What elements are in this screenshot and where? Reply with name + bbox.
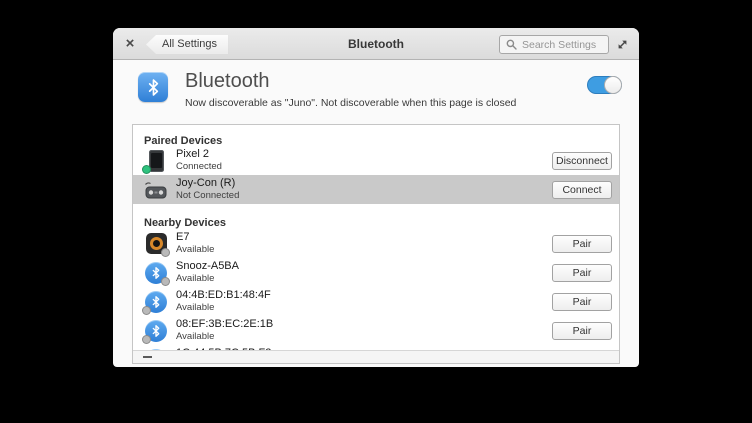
search-icon [506, 39, 517, 50]
bluetooth-circle-icon [144, 290, 168, 314]
device-name: 04:4B:ED:B1:48:4F [176, 289, 271, 302]
disconnect-button[interactable]: Disconnect [552, 152, 612, 170]
available-gray-dot-icon [161, 277, 170, 286]
pair-button[interactable]: Pair [552, 235, 612, 253]
connect-button[interactable]: Connect [552, 181, 612, 199]
device-row-joy-con-r[interactable]: Joy-Con (R) Not Connected Connect [133, 175, 619, 204]
maximize-button[interactable] [615, 37, 629, 51]
device-row-08-ef-3b-ec-2e-1b[interactable]: 08:EF:3B:EC:2E:1B Available Pair [133, 316, 619, 345]
device-status: Available [176, 273, 239, 284]
panel-title: Bluetooth [185, 70, 270, 93]
device-status: Available [176, 302, 271, 313]
settings-window: × All Settings Bluetooth Blue [113, 28, 639, 367]
section-nearby-devices: Nearby Devices [133, 204, 619, 229]
section-paired-devices: Paired Devices [133, 125, 619, 146]
device-row-e7[interactable]: E7 Available Pair [133, 229, 619, 258]
device-status: Connected [176, 161, 222, 172]
device-name: E7 [176, 231, 214, 244]
device-name: Pixel 2 [176, 148, 222, 161]
bluetooth-panel-header: Bluetooth Now discoverable as "Juno". No… [113, 60, 639, 124]
speaker-icon [144, 232, 168, 256]
device-list-rows: Paired Devices Pixel 2 Connected Disconn… [133, 125, 619, 350]
pair-button[interactable]: Pair [552, 264, 612, 282]
resize-diagonal-icon [616, 38, 629, 51]
phone-icon [144, 149, 168, 173]
bluetooth-toggle-switch[interactable] [587, 76, 622, 94]
bluetooth-circle-icon [144, 348, 168, 351]
pair-button[interactable]: Pair [552, 293, 612, 311]
available-gray-dot-icon [142, 306, 151, 315]
headerbar: × All Settings Bluetooth [113, 28, 639, 60]
connected-green-dot-icon [142, 165, 151, 174]
search-field[interactable] [499, 35, 609, 54]
device-list: Paired Devices Pixel 2 Connected Disconn… [132, 124, 620, 364]
bluetooth-circle-icon [144, 261, 168, 285]
device-name: Snooz-A5BA [176, 260, 239, 273]
device-row-snooz-a5ba[interactable]: Snooz-A5BA Available Pair [133, 258, 619, 287]
device-row-partially-visible[interactable]: 1C:44:5B:7C:5B:F2 Available Pair [133, 345, 619, 350]
device-name: Joy-Con (R) [176, 177, 239, 190]
pair-button[interactable]: Pair [552, 322, 612, 340]
device-status: Not Connected [176, 190, 239, 201]
device-row-pixel-2[interactable]: Pixel 2 Connected Disconnect [133, 146, 619, 175]
available-gray-dot-icon [161, 248, 170, 257]
section-label: Nearby Devices [144, 217, 226, 229]
device-name: 1C:44:5B:7C:5B:F2 [176, 347, 271, 350]
minus-icon [143, 356, 152, 358]
remove-device-button[interactable] [140, 352, 154, 363]
bluetooth-circle-icon [144, 319, 168, 343]
search-input[interactable] [522, 39, 602, 51]
device-status: Available [176, 244, 214, 255]
available-gray-dot-icon [142, 335, 151, 344]
bluetooth-app-icon [138, 72, 168, 102]
device-row-04-4b-ed-b1-48-4f[interactable]: 04:4B:ED:B1:48:4F Available Pair [133, 287, 619, 316]
device-name: 08:EF:3B:EC:2E:1B [176, 318, 273, 331]
toggle-knob [604, 76, 622, 94]
gamepad-icon [144, 178, 168, 202]
panel-subtitle: Now discoverable as "Juno". Not discover… [185, 97, 516, 109]
list-toolbar [133, 350, 619, 363]
device-status: Available [176, 331, 273, 342]
